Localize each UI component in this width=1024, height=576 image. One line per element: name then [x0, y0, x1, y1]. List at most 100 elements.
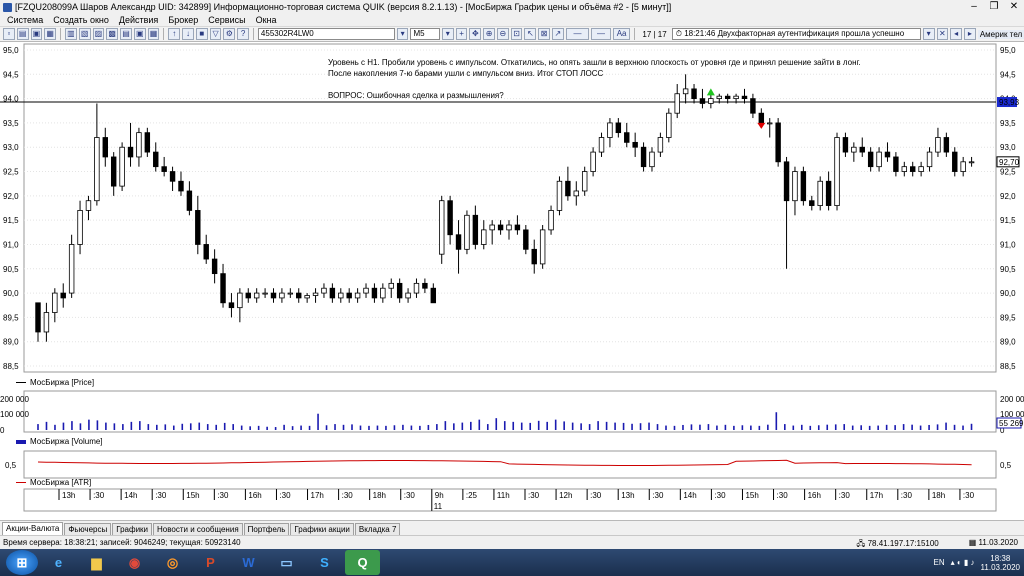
candle-body — [817, 180, 823, 206]
stop-order-icon[interactable]: ■ — [195, 28, 208, 40]
candle-body — [52, 292, 58, 313]
volume-legend[interactable]: МосБиржа [Volume] — [16, 437, 103, 446]
candle-body — [783, 161, 790, 202]
menu-item-create-window[interactable]: Создать окно — [48, 14, 114, 27]
table-icon[interactable]: ▥ — [65, 28, 77, 40]
close-icon[interactable]: ✕ — [1004, 0, 1024, 14]
cursor-icon[interactable]: ↗ — [552, 28, 564, 40]
chart-icon[interactable]: ▩ — [106, 28, 119, 40]
price-tick-right: 92,0 — [1000, 192, 1016, 201]
pointer-icon[interactable]: ↖ — [524, 28, 537, 40]
prev-icon[interactable]: ◂ — [950, 28, 963, 40]
interval-select[interactable]: M5 — [410, 28, 440, 40]
volume-bar — [554, 419, 557, 430]
menu-item-windows[interactable]: Окна — [251, 14, 282, 27]
explorer-icon[interactable]: ▆ — [79, 550, 114, 575]
candle-body — [161, 166, 167, 172]
volume-bar — [283, 424, 285, 430]
word-icon[interactable]: W — [231, 550, 266, 575]
crosshair-icon[interactable]: + — [455, 28, 468, 40]
candle-body — [960, 161, 966, 172]
lock-icon[interactable]: ⊠ — [538, 28, 550, 40]
interval-value: M5 — [413, 29, 425, 38]
volume-bar — [359, 425, 362, 430]
chart-window[interactable]: 95,095,094,594,594,094,093,593,593,093,0… — [0, 42, 1024, 520]
firefox-icon[interactable]: ◎ — [155, 550, 190, 575]
tab-stocks-currency[interactable]: Акции-Валюта — [2, 522, 64, 535]
tab-charts[interactable]: Графики — [112, 523, 153, 535]
chrome-icon[interactable]: ◉ — [117, 550, 152, 575]
time-label: :30 — [342, 491, 354, 500]
alert-field[interactable]: ⏱ 18:21:46 Двухфакторная аутентификация … — [671, 28, 921, 40]
new-window-icon[interactable]: ▫ — [3, 28, 15, 40]
time-label: :30 — [963, 491, 975, 500]
volume-bar — [767, 424, 769, 430]
tab-portfolio[interactable]: Портфель — [243, 523, 290, 535]
print-icon[interactable]: ▦ — [44, 28, 57, 40]
help-icon[interactable]: ? — [237, 28, 249, 40]
sell-icon[interactable]: ↓ — [182, 28, 194, 40]
tray-icons[interactable]: ▴ ◐ ▮ ♪ — [951, 558, 975, 567]
toolbar-separator — [252, 28, 254, 40]
price-tick-right: 90,5 — [1000, 265, 1016, 274]
price-legend[interactable]: МосБиржа [Price] — [16, 378, 94, 387]
zoom-in-icon[interactable]: ⊕ — [483, 28, 495, 40]
orders-icon[interactable]: ▧ — [78, 28, 91, 40]
start-button[interactable]: ⊞ — [6, 550, 38, 575]
open-icon[interactable]: ▤ — [16, 28, 29, 40]
trades-icon[interactable]: ▨ — [92, 28, 105, 40]
text-tool-icon[interactable]: Aa — [612, 28, 631, 40]
powerpoint-icon[interactable]: P — [193, 550, 228, 575]
close-alert-icon[interactable]: ✕ — [936, 28, 949, 40]
candle-body — [556, 180, 563, 211]
atr-tick-left: 0,5 — [5, 461, 17, 470]
menu-item-actions[interactable]: Действия — [114, 14, 163, 27]
settings-icon[interactable]: ⚙ — [223, 28, 236, 40]
skype-icon[interactable]: S — [307, 550, 342, 575]
alert-dropdown-icon[interactable]: ▾ — [922, 28, 935, 40]
window-icon[interactable]: ▭ — [269, 550, 304, 575]
clock[interactable]: 18:38 11.03.2020 — [981, 554, 1020, 572]
minimize-icon[interactable]: – — [964, 0, 984, 14]
portfolio-icon[interactable]: ▣ — [133, 28, 146, 40]
tab-news[interactable]: Новости и сообщения — [153, 523, 243, 535]
next-icon[interactable]: ▸ — [964, 28, 976, 40]
volume-bar — [427, 424, 430, 430]
volume-bar — [571, 422, 574, 430]
move-icon[interactable]: ✥ — [469, 28, 482, 40]
language-indicator[interactable]: EN — [934, 558, 945, 567]
volume-bar — [962, 425, 964, 430]
atr-legend-label: МосБиржа [ATR] — [30, 478, 92, 487]
ie-icon[interactable]: e — [41, 550, 76, 575]
chart-canvas[interactable]: 95,095,094,594,594,094,093,593,593,093,0… — [0, 42, 1024, 520]
instrument-dropdown-icon[interactable]: ▾ — [396, 28, 409, 40]
time-label: 18h — [373, 491, 386, 500]
menu-item-broker[interactable]: Брокер — [163, 14, 203, 27]
news-icon[interactable]: ▦ — [147, 28, 160, 40]
tab-7[interactable]: Вкладка 7 — [354, 523, 401, 535]
hline-icon[interactable]: — — [565, 28, 590, 40]
time-label: :30 — [93, 491, 105, 500]
filter-icon[interactable]: ▽ — [209, 28, 222, 40]
bottom-tabs: Акции-Валюта Фьючерсы Графики Новости и … — [0, 520, 1024, 535]
quik-taskbar-icon[interactable]: Q — [345, 550, 380, 575]
volume-bar — [945, 422, 947, 430]
volume-bar — [546, 421, 548, 430]
menu-item-services[interactable]: Сервисы — [203, 14, 250, 27]
tab-stock-charts[interactable]: Графики акции — [290, 523, 354, 535]
interval-dropdown-icon[interactable]: ▾ — [441, 28, 454, 40]
instrument-select[interactable]: 455302R4LW0 — [257, 28, 395, 40]
menu-item-system[interactable]: Система — [2, 14, 48, 27]
save-icon[interactable]: ▣ — [30, 28, 43, 40]
tab-futures[interactable]: Фьючерсы — [64, 523, 112, 535]
line-icon[interactable]: — — [591, 28, 611, 40]
atr-legend[interactable]: МосБиржа [ATR] — [16, 478, 91, 487]
candle-body — [489, 224, 495, 231]
buy-icon[interactable]: ↑ — [168, 28, 181, 40]
price-tick-right: 92,5 — [1000, 168, 1016, 177]
candle-body — [338, 292, 344, 299]
quotes-icon[interactable]: ▤ — [120, 28, 132, 40]
restore-icon[interactable]: ❐ — [984, 0, 1004, 14]
zoom-fit-icon[interactable]: ⊡ — [510, 28, 523, 40]
zoom-out-icon[interactable]: ⊖ — [496, 28, 509, 40]
